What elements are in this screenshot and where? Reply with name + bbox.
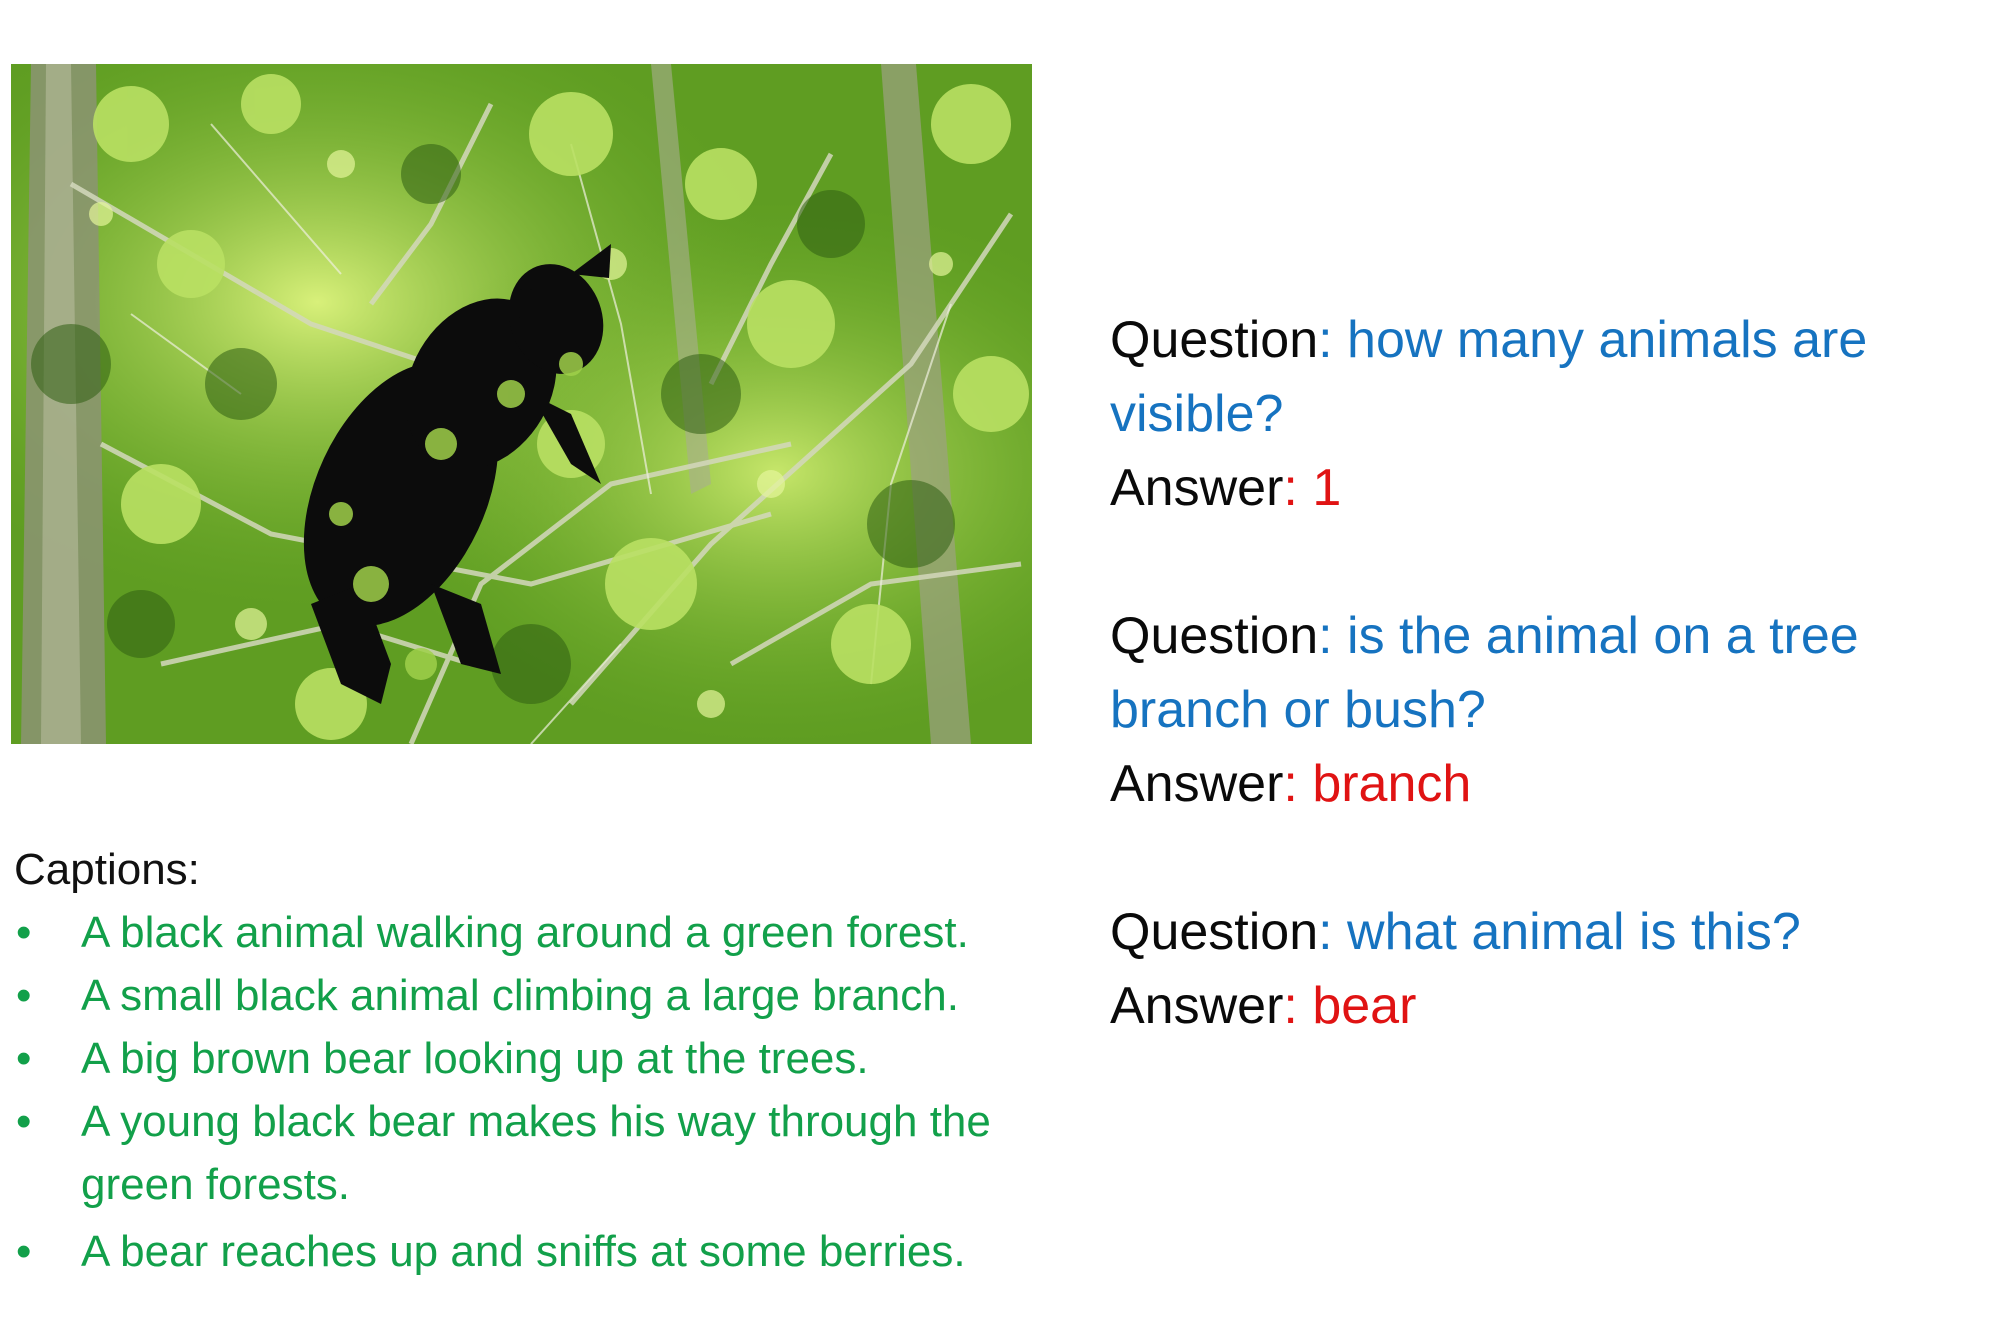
captions-section: Captions: • A black animal walking aroun… [14,838,1074,1283]
question-text: what animal is this? [1347,903,1801,961]
caption-item: • A big brown bear looking up at the tre… [14,1027,1074,1090]
question-separator: : [1318,903,1348,961]
qa-pair: Question: what animal is this? Answer: b… [1110,895,1970,1043]
answer-text: 1 [1312,459,1342,517]
question-label: Question [1110,903,1319,961]
answer-label: Answer [1110,459,1284,517]
answer-text: branch [1312,755,1472,813]
question-label: Question [1110,607,1319,665]
answer-line: Answer: bear [1110,969,1970,1043]
answer-separator: : [1283,977,1313,1035]
caption-text: A small black animal climbing a large br… [81,971,959,1020]
caption-item: • A young black bear makes his way throu… [14,1090,1011,1216]
answer-label: Answer [1110,977,1284,1035]
caption-text: A black animal walking around a green fo… [81,908,969,957]
caption-item: • A black animal walking around a green … [14,901,1074,964]
answer-separator: : [1283,755,1313,813]
question-line: Question: what animal is this? [1110,895,1970,969]
caption-item: • A bear reaches up and sniffs at some b… [14,1220,1074,1283]
bullet-icon: • [16,971,32,1020]
caption-text: A young black bear makes his way through… [81,1097,991,1209]
answer-separator: : [1283,459,1313,517]
answer-text: bear [1312,977,1417,1035]
bear-photo-illustration [11,64,1032,744]
answer-label: Answer [1110,755,1284,813]
qa-pair: Question: is the animal on a tree branch… [1110,599,1970,821]
caption-list: • A black animal walking around a green … [14,901,1074,1283]
question-label: Question [1110,311,1319,369]
question-separator: : [1318,607,1348,665]
bullet-icon: • [16,1097,32,1146]
captions-heading: Captions: [14,845,200,894]
answer-line: Answer: 1 [1110,451,1970,525]
caption-text: A big brown bear looking up at the trees… [81,1034,869,1083]
bear-photo [11,64,1032,744]
answer-line: Answer: branch [1110,747,1970,821]
bullet-icon: • [16,908,32,957]
bullet-icon: • [16,1034,32,1083]
qa-pair: Question: how many animals are visible? … [1110,303,1970,525]
bullet-icon: • [16,1227,32,1276]
caption-item: • A small black animal climbing a large … [14,964,1074,1027]
question-line: Question: how many animals are visible? [1110,303,1970,451]
question-separator: : [1318,311,1348,369]
caption-text: A bear reaches up and sniffs at some ber… [81,1227,966,1276]
question-line: Question: is the animal on a tree branch… [1110,599,1970,747]
qa-section: Question: how many animals are visible? … [1110,303,1970,1117]
